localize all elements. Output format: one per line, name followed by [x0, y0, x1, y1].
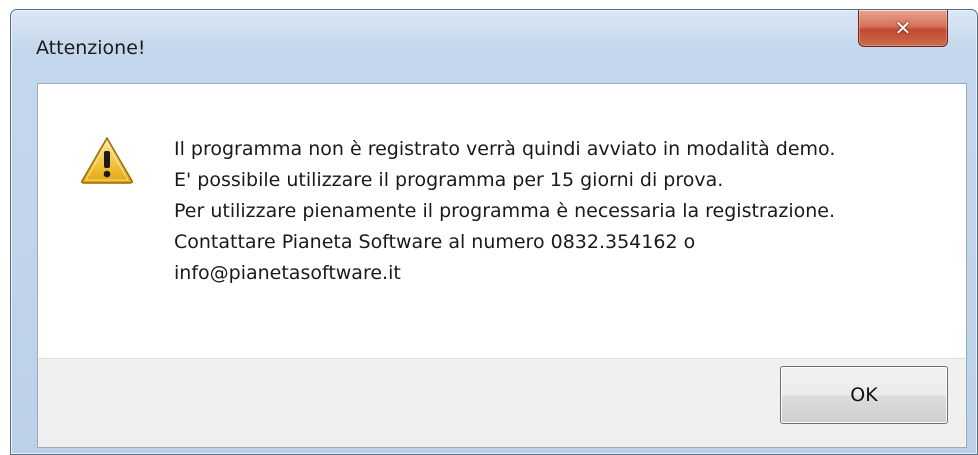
message-line: info@pianetasoftware.it — [174, 262, 401, 284]
warning-icon — [81, 137, 133, 184]
message-text: Il programma non è registrato verrà quin… — [174, 134, 835, 289]
close-button[interactable]: ✕ — [858, 10, 948, 47]
message-panel: Il programma non è registrato verrà quin… — [38, 84, 966, 359]
message-line: E' possibile utilizzare il programma per… — [174, 169, 724, 191]
ok-button[interactable]: OK — [780, 366, 948, 424]
dialog-window: Attenzione! ✕ Il programma non è registr… — [10, 9, 978, 455]
message-line: Per utilizzare pienamente il programma è… — [174, 200, 836, 222]
close-icon: ✕ — [894, 16, 912, 40]
window-title: Attenzione! — [36, 37, 146, 59]
message-line: Contattare Pianeta Software al numero 08… — [174, 231, 696, 253]
title-bar[interactable]: Attenzione! ✕ — [11, 10, 977, 80]
dialog-client-area: Il programma non è registrato verrà quin… — [37, 83, 967, 448]
message-line: Il programma non è registrato verrà quin… — [174, 138, 836, 160]
